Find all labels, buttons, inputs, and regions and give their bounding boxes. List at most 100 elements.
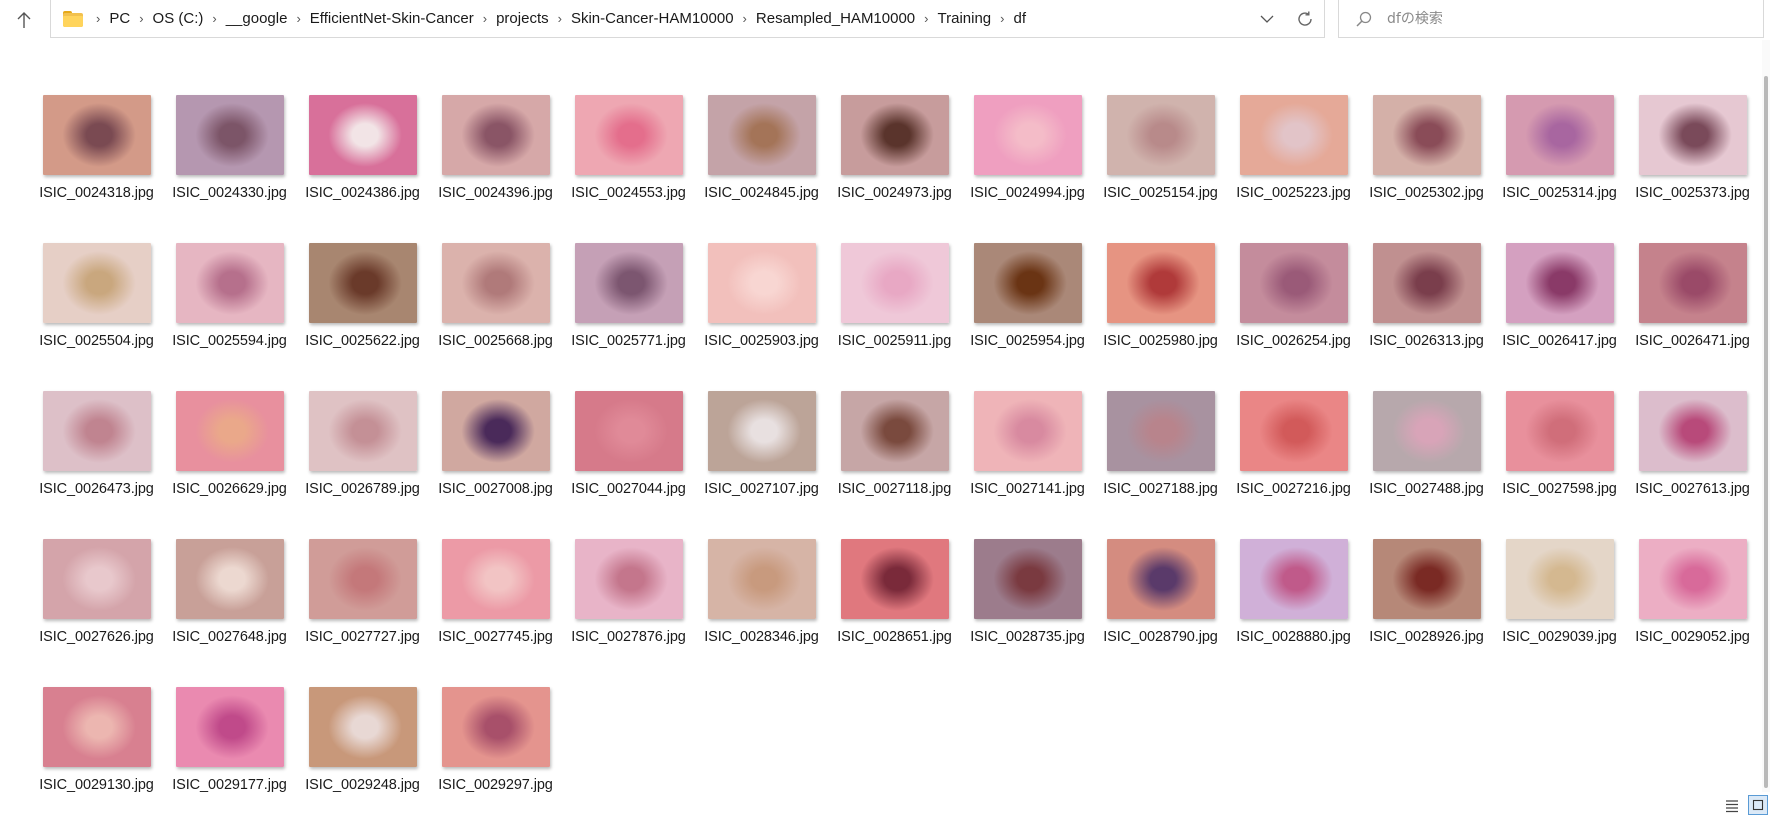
image-thumbnail[interactable] — [973, 95, 1082, 175]
file-item[interactable]: ISIC_0024318.jpg — [30, 95, 163, 243]
image-thumbnail[interactable] — [707, 539, 816, 619]
file-item[interactable]: ISIC_0027008.jpg — [429, 391, 562, 539]
file-item[interactable]: ISIC_0027188.jpg — [1094, 391, 1227, 539]
image-thumbnail[interactable] — [1106, 391, 1215, 471]
image-thumbnail[interactable] — [308, 95, 417, 175]
breadcrumb-item[interactable]: Skin-Cancer-HAM10000 — [571, 10, 734, 27]
file-item[interactable]: ISIC_0024396.jpg — [429, 95, 562, 243]
file-item[interactable]: ISIC_0029039.jpg — [1493, 539, 1626, 687]
breadcrumb-item[interactable]: df — [1013, 10, 1026, 27]
image-thumbnail[interactable] — [308, 539, 417, 619]
file-item[interactable]: ISIC_0025980.jpg — [1094, 243, 1227, 391]
image-thumbnail[interactable] — [1106, 539, 1215, 619]
refresh-icon[interactable] — [1286, 1, 1324, 37]
file-item[interactable]: ISIC_0025594.jpg — [163, 243, 296, 391]
image-thumbnail[interactable] — [1106, 95, 1215, 175]
chevron-right-icon[interactable]: › — [87, 11, 109, 26]
chevron-right-icon[interactable]: › — [549, 11, 571, 26]
chevron-right-icon[interactable]: › — [203, 11, 225, 26]
file-item[interactable]: ISIC_0027141.jpg — [961, 391, 1094, 539]
file-item[interactable]: ISIC_0028926.jpg — [1360, 539, 1493, 687]
image-thumbnail[interactable] — [175, 243, 284, 323]
image-thumbnail[interactable] — [1239, 391, 1348, 471]
image-thumbnail[interactable] — [1106, 243, 1215, 323]
file-item[interactable]: ISIC_0027118.jpg — [828, 391, 961, 539]
file-item[interactable]: ISIC_0025954.jpg — [961, 243, 1094, 391]
file-item[interactable]: ISIC_0028651.jpg — [828, 539, 961, 687]
file-item[interactable]: ISIC_0027876.jpg — [562, 539, 695, 687]
image-thumbnail[interactable] — [175, 539, 284, 619]
breadcrumb-item[interactable]: Training — [938, 10, 992, 27]
file-item[interactable]: ISIC_0025911.jpg — [828, 243, 961, 391]
file-item[interactable]: ISIC_0026789.jpg — [296, 391, 429, 539]
file-item[interactable]: ISIC_0029052.jpg — [1626, 539, 1759, 687]
file-item[interactable]: ISIC_0029248.jpg — [296, 687, 429, 792]
file-item[interactable]: ISIC_0028735.jpg — [961, 539, 1094, 687]
chevron-right-icon[interactable]: › — [991, 11, 1013, 26]
image-thumbnail[interactable] — [1505, 391, 1614, 471]
file-item[interactable]: ISIC_0026254.jpg — [1227, 243, 1360, 391]
image-thumbnail[interactable] — [42, 95, 151, 175]
image-thumbnail[interactable] — [1638, 95, 1747, 175]
image-thumbnail[interactable] — [840, 539, 949, 619]
file-item[interactable]: ISIC_0027598.jpg — [1493, 391, 1626, 539]
image-thumbnail[interactable] — [175, 95, 284, 175]
file-item[interactable]: ISIC_0025223.jpg — [1227, 95, 1360, 243]
breadcrumb-item[interactable]: Resampled_HAM10000 — [756, 10, 915, 27]
image-thumbnail[interactable] — [308, 687, 417, 767]
scrollbar-thumb[interactable] — [1764, 76, 1768, 788]
image-thumbnail[interactable] — [175, 391, 284, 471]
address-bar[interactable]: › PC › OS (C:) › __google › EfficientNet-Skin-C… — [50, 0, 1325, 38]
breadcrumb-item[interactable]: projects — [496, 10, 549, 27]
file-item[interactable]: ISIC_0029130.jpg — [30, 687, 163, 792]
image-thumbnail[interactable] — [441, 687, 550, 767]
image-thumbnail[interactable] — [308, 391, 417, 471]
image-thumbnail[interactable] — [574, 539, 683, 619]
details-view-icon[interactable] — [1722, 796, 1742, 816]
image-thumbnail[interactable] — [1505, 539, 1614, 619]
arrow-up-icon[interactable] — [10, 6, 38, 34]
large-icons-view-icon[interactable] — [1748, 795, 1768, 815]
image-thumbnail[interactable] — [441, 539, 550, 619]
file-item[interactable]: ISIC_0027648.jpg — [163, 539, 296, 687]
chevron-right-icon[interactable]: › — [287, 11, 309, 26]
image-thumbnail[interactable] — [973, 539, 1082, 619]
image-thumbnail[interactable] — [707, 243, 816, 323]
breadcrumb-item[interactable]: EfficientNet-Skin-Cancer — [310, 10, 474, 27]
file-item[interactable]: ISIC_0026629.jpg — [163, 391, 296, 539]
image-thumbnail[interactable] — [574, 95, 683, 175]
file-item[interactable]: ISIC_0025373.jpg — [1626, 95, 1759, 243]
search-box[interactable] — [1338, 0, 1764, 38]
image-thumbnail[interactable] — [1638, 243, 1747, 323]
image-thumbnail[interactable] — [441, 243, 550, 323]
image-thumbnail[interactable] — [42, 687, 151, 767]
file-item[interactable]: ISIC_0025154.jpg — [1094, 95, 1227, 243]
image-thumbnail[interactable] — [1505, 243, 1614, 323]
file-item[interactable]: ISIC_0024973.jpg — [828, 95, 961, 243]
image-thumbnail[interactable] — [1505, 95, 1614, 175]
image-thumbnail[interactable] — [574, 391, 683, 471]
image-thumbnail[interactable] — [574, 243, 683, 323]
breadcrumb-item[interactable]: OS (C:) — [153, 10, 204, 27]
image-thumbnail[interactable] — [1638, 539, 1747, 619]
file-item[interactable]: ISIC_0026417.jpg — [1493, 243, 1626, 391]
image-thumbnail[interactable] — [707, 391, 816, 471]
file-item[interactable]: ISIC_0027626.jpg — [30, 539, 163, 687]
file-item[interactable]: ISIC_0025903.jpg — [695, 243, 828, 391]
file-item[interactable]: ISIC_0026473.jpg — [30, 391, 163, 539]
image-thumbnail[interactable] — [1372, 95, 1481, 175]
image-thumbnail[interactable] — [1239, 243, 1348, 323]
file-item[interactable]: ISIC_0029177.jpg — [163, 687, 296, 792]
file-item[interactable]: ISIC_0025302.jpg — [1360, 95, 1493, 243]
file-item[interactable]: ISIC_0025668.jpg — [429, 243, 562, 391]
file-item[interactable]: ISIC_0024386.jpg — [296, 95, 429, 243]
file-item[interactable]: ISIC_0028790.jpg — [1094, 539, 1227, 687]
image-thumbnail[interactable] — [175, 687, 284, 767]
image-thumbnail[interactable] — [1372, 243, 1481, 323]
image-thumbnail[interactable] — [840, 95, 949, 175]
image-thumbnail[interactable] — [42, 391, 151, 471]
file-item[interactable]: ISIC_0025504.jpg — [30, 243, 163, 391]
file-item[interactable]: ISIC_0024553.jpg — [562, 95, 695, 243]
file-item[interactable]: ISIC_0024330.jpg — [163, 95, 296, 243]
chevron-down-icon[interactable] — [1248, 1, 1286, 37]
